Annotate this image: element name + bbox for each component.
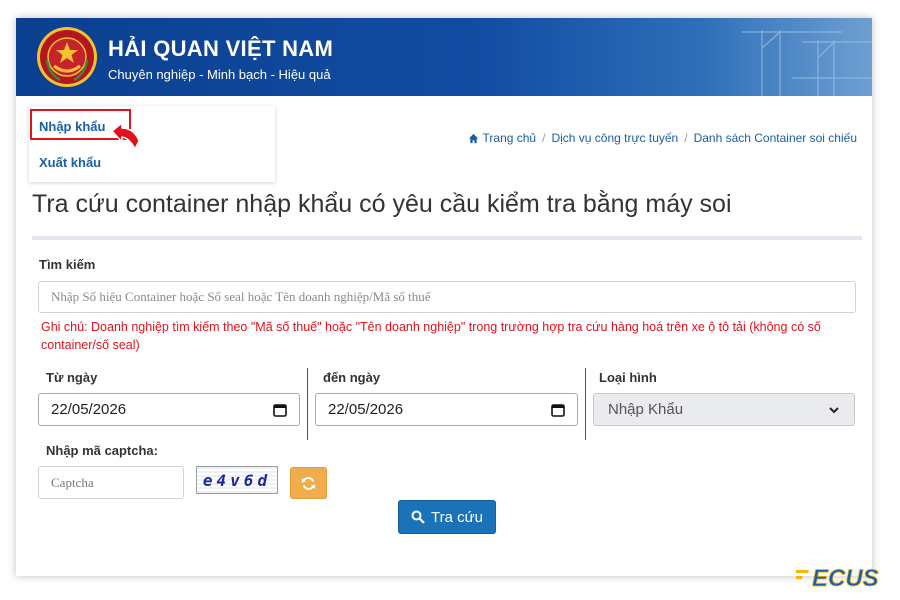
site-slogan: Chuyên nghiệp - Minh bạch - Hiệu quả xyxy=(108,67,331,82)
chevron-down-icon xyxy=(829,406,839,413)
to-date-label: đến ngày xyxy=(323,370,381,385)
type-label: Loại hình xyxy=(599,370,657,385)
search-icon xyxy=(411,510,425,524)
breadcrumb-separator: / xyxy=(542,131,546,145)
home-icon xyxy=(468,133,478,143)
calendar-icon[interactable] xyxy=(273,403,287,417)
site-header: HẢI QUAN VIỆT NAM Chuyên nghiệp - Minh b… xyxy=(16,18,872,96)
title-divider xyxy=(32,236,862,240)
port-cranes-graphic xyxy=(742,30,872,96)
search-button-label: Tra cứu xyxy=(431,508,483,526)
search-button[interactable]: Tra cứu xyxy=(398,500,496,534)
sidebar-menu: Nhập khẩu Xuất khẩu xyxy=(29,106,275,182)
type-select-value: Nhập Khẩu xyxy=(608,401,684,418)
ecus-logo-text: ECUS xyxy=(812,565,879,590)
breadcrumb-separator: / xyxy=(684,131,688,145)
search-label: Tìm kiếm xyxy=(39,257,96,272)
breadcrumb: Trang chủ / Dịch vụ công trực tuyến / Da… xyxy=(468,131,857,145)
breadcrumb-home[interactable]: Trang chủ xyxy=(483,131,537,145)
page-title: Tra cứu container nhập khẩu có yêu cầu k… xyxy=(32,190,732,218)
from-date-input[interactable]: 22/05/2026 xyxy=(38,393,300,426)
from-date-value: 22/05/2026 xyxy=(51,401,127,418)
search-input[interactable] xyxy=(38,281,856,313)
captcha-image: e4v6d xyxy=(196,466,278,494)
column-divider xyxy=(307,368,308,440)
captcha-image-text: e4v6d xyxy=(202,470,272,490)
to-date-value: 22/05/2026 xyxy=(328,401,404,418)
refresh-icon xyxy=(301,476,316,490)
type-select[interactable]: Nhập Khẩu xyxy=(593,393,855,426)
breadcrumb-online-services[interactable]: Dịch vụ công trực tuyến xyxy=(551,131,678,145)
ecus-logo: ECUS xyxy=(796,565,879,590)
breadcrumb-container-list[interactable]: Danh sách Container soi chiếu xyxy=(694,131,857,145)
calendar-icon[interactable] xyxy=(551,403,565,417)
vietnam-customs-emblem-icon xyxy=(37,27,97,87)
captcha-refresh-button[interactable] xyxy=(290,467,327,499)
captcha-input[interactable] xyxy=(38,466,184,499)
column-divider xyxy=(585,368,586,440)
site-title: HẢI QUAN VIỆT NAM xyxy=(108,36,334,61)
from-date-label: Từ ngày xyxy=(46,370,98,385)
captcha-label: Nhập mã captcha: xyxy=(46,443,158,458)
hand-pointer-icon xyxy=(111,122,140,150)
to-date-input[interactable]: 22/05/2026 xyxy=(315,393,578,426)
sidebar-item-export[interactable]: Xuất khẩu xyxy=(39,155,101,170)
search-note: Ghi chú: Doanh nghiệp tìm kiếm theo "Mã … xyxy=(41,320,821,352)
browser-frame: HẢI QUAN VIỆT NAM Chuyên nghiệp - Minh b… xyxy=(16,18,872,576)
